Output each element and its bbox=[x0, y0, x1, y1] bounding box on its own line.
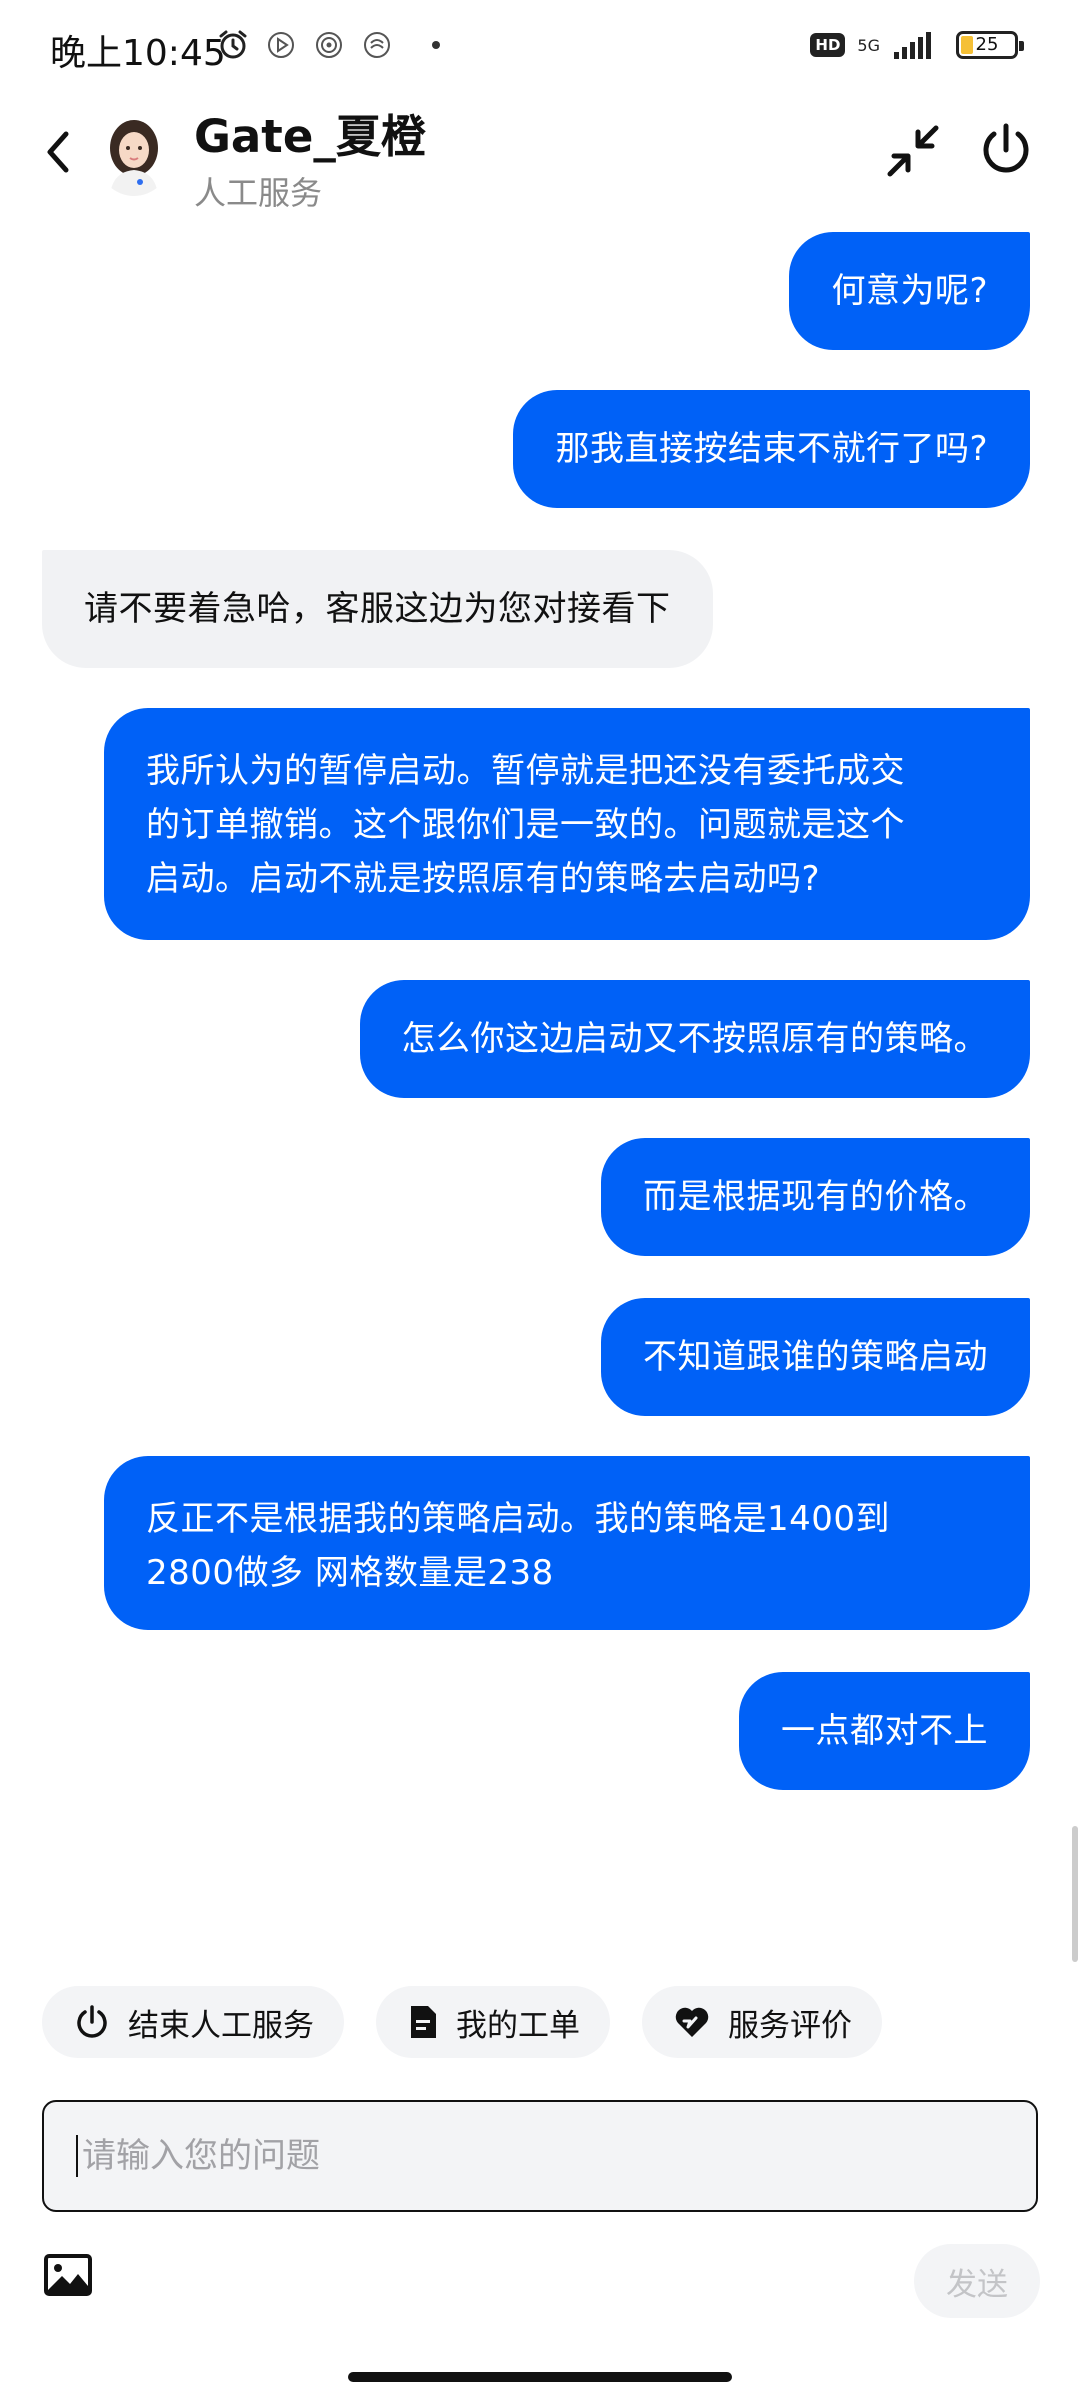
battery-level: 25 bbox=[975, 34, 999, 55]
text-caret bbox=[76, 2135, 78, 2177]
power-icon[interactable] bbox=[976, 120, 1036, 180]
agent-name: Gate_夏橙 bbox=[194, 110, 426, 163]
message-bubble-user: 何意为呢? bbox=[789, 232, 1030, 350]
home-indicator[interactable] bbox=[348, 2372, 732, 2382]
message-input[interactable] bbox=[80, 2135, 980, 2177]
chip-label: 我的工单 bbox=[456, 2007, 580, 2044]
message-line: 启动。启动不就是按照原有的策略去启动吗? bbox=[146, 859, 821, 899]
quick-actions: 结束人工服务 我的工单 服务评价 bbox=[42, 1986, 882, 2058]
battery-icon: 25 bbox=[956, 31, 1024, 59]
message-text: 那我直接按结束不就行了吗? bbox=[555, 429, 988, 469]
message-line: 2800做多 网格数量是238 bbox=[146, 1553, 554, 1593]
signal-icon bbox=[894, 32, 931, 59]
message-text: 请不要着急哈，客服这边为您对接看下 bbox=[84, 589, 671, 629]
message-bubble-user: 而是根据现有的价格。 bbox=[601, 1138, 1030, 1256]
notification-icons bbox=[218, 30, 440, 60]
message-bubble-user: 怎么你这边启动又不按照原有的策略。 bbox=[359, 980, 1030, 1098]
rate-service-button[interactable]: 服务评价 bbox=[642, 1986, 882, 2058]
minimize-icon[interactable] bbox=[884, 122, 942, 180]
message-line: 我所认为的暂停启动。暂停就是把还没有委托成交 bbox=[146, 751, 905, 791]
scrollbar[interactable] bbox=[1072, 1826, 1078, 1962]
send-button[interactable]: 发送 bbox=[914, 2244, 1040, 2318]
fingerprint-icon bbox=[364, 32, 390, 58]
my-tickets-button[interactable]: 我的工单 bbox=[376, 1986, 610, 2058]
dot-icon bbox=[432, 41, 440, 49]
fingerprint-icon bbox=[316, 32, 342, 58]
document-icon bbox=[411, 2006, 436, 2038]
message-line: 的订单撤销。这个跟你们是一致的。问题就是这个 bbox=[146, 805, 905, 845]
play-store-icon bbox=[268, 32, 294, 58]
message-text: 而是根据现有的价格。 bbox=[643, 1177, 988, 1217]
message-text: 怎么你这边启动又不按照原有的策略。 bbox=[401, 1019, 988, 1059]
message-bubble-agent: 请不要着急哈，客服这边为您对接看下 bbox=[42, 550, 713, 668]
agent-subtitle: 人工服务 bbox=[194, 174, 323, 212]
message-bubble-user: 反正不是根据我的策略启动。我的策略是1400到 2800做多 网格数量是238 bbox=[104, 1456, 1030, 1630]
chat-messages: 何意为呢? 那我直接按结束不就行了吗? 请不要着急哈，客服这边为您对接看下 我所… bbox=[0, 220, 1080, 1960]
message-line: 反正不是根据我的策略启动。我的策略是1400到 bbox=[146, 1499, 891, 1539]
heart-rating-icon bbox=[675, 2007, 709, 2037]
message-text: 何意为呢? bbox=[831, 271, 988, 311]
message-text: 一点都对不上 bbox=[781, 1711, 988, 1751]
status-time: 晚上10:45 bbox=[50, 33, 226, 74]
power-icon bbox=[77, 2005, 107, 2038]
message-bubble-user: 一点都对不上 bbox=[739, 1672, 1030, 1790]
message-bubble-user: 我所认为的暂停启动。暂停就是把还没有委托成交 的订单撤销。这个跟你们是一致的。问… bbox=[104, 708, 1030, 940]
alarm-icon bbox=[219, 30, 247, 59]
chat-header: Gate_夏橙 人工服务 bbox=[0, 96, 1080, 220]
status-right: HD 5G 25 bbox=[810, 30, 1024, 60]
chevron-left-icon bbox=[47, 131, 69, 173]
hd-badge: HD bbox=[810, 33, 846, 57]
chip-label: 结束人工服务 bbox=[128, 2007, 314, 2044]
status-bar: 晚上10:45 HD 5G 25 bbox=[0, 0, 1080, 96]
agent-avatar bbox=[98, 112, 170, 196]
message-bubble-user: 不知道跟谁的策略启动 bbox=[601, 1298, 1030, 1416]
chip-label: 服务评价 bbox=[728, 2007, 852, 2044]
end-service-button[interactable]: 结束人工服务 bbox=[42, 1986, 344, 2058]
message-input-box[interactable] bbox=[42, 2100, 1038, 2212]
message-bubble-user: 那我直接按结束不就行了吗? bbox=[513, 390, 1030, 508]
network-type: 5G bbox=[857, 35, 880, 55]
image-upload-icon[interactable] bbox=[44, 2254, 92, 2296]
back-button[interactable] bbox=[36, 124, 80, 180]
message-text: 不知道跟谁的策略启动 bbox=[643, 1337, 988, 1377]
